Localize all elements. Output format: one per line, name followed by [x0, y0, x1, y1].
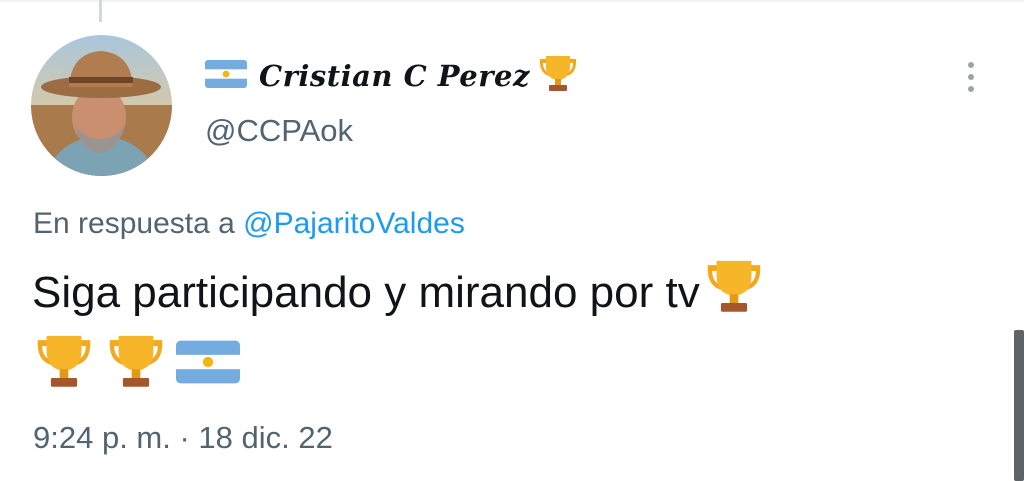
reply-context: En respuesta a @PajaritoValdes: [33, 207, 465, 241]
thread-connector-line: [99, 0, 102, 22]
reply-prefix: En respuesta a: [33, 207, 235, 240]
tweet-timestamp[interactable]: 9:24 p. m. · 18 dic. 22: [33, 420, 333, 456]
top-border: [0, 0, 1024, 2]
trophy-icon: [104, 330, 168, 399]
trophy-icon: [702, 255, 766, 330]
tweet-text-content: Siga participando y mirando por tv: [32, 267, 700, 317]
tweet-emoji-row: [32, 330, 240, 399]
scrollbar[interactable]: [1014, 330, 1024, 481]
trophy-icon: [536, 52, 580, 101]
author-handle[interactable]: @CCPAok: [205, 113, 353, 149]
avatar[interactable]: [31, 35, 172, 176]
argentina-flag-icon: [176, 340, 240, 389]
more-icon-dot: [968, 86, 974, 92]
more-options-button[interactable]: [955, 58, 987, 96]
more-icon-dot: [968, 74, 974, 80]
trophy-icon: [32, 330, 96, 399]
tweet-text: Siga participando y mirando por tv: [32, 255, 766, 330]
author-name-row[interactable]: Cristian C Perez: [205, 52, 580, 100]
more-icon-dot: [968, 62, 974, 68]
author-display-name[interactable]: Cristian C Perez: [259, 59, 530, 93]
reply-mention-link[interactable]: @PajaritoValdes: [243, 207, 465, 240]
argentina-flag-icon: [205, 59, 247, 93]
